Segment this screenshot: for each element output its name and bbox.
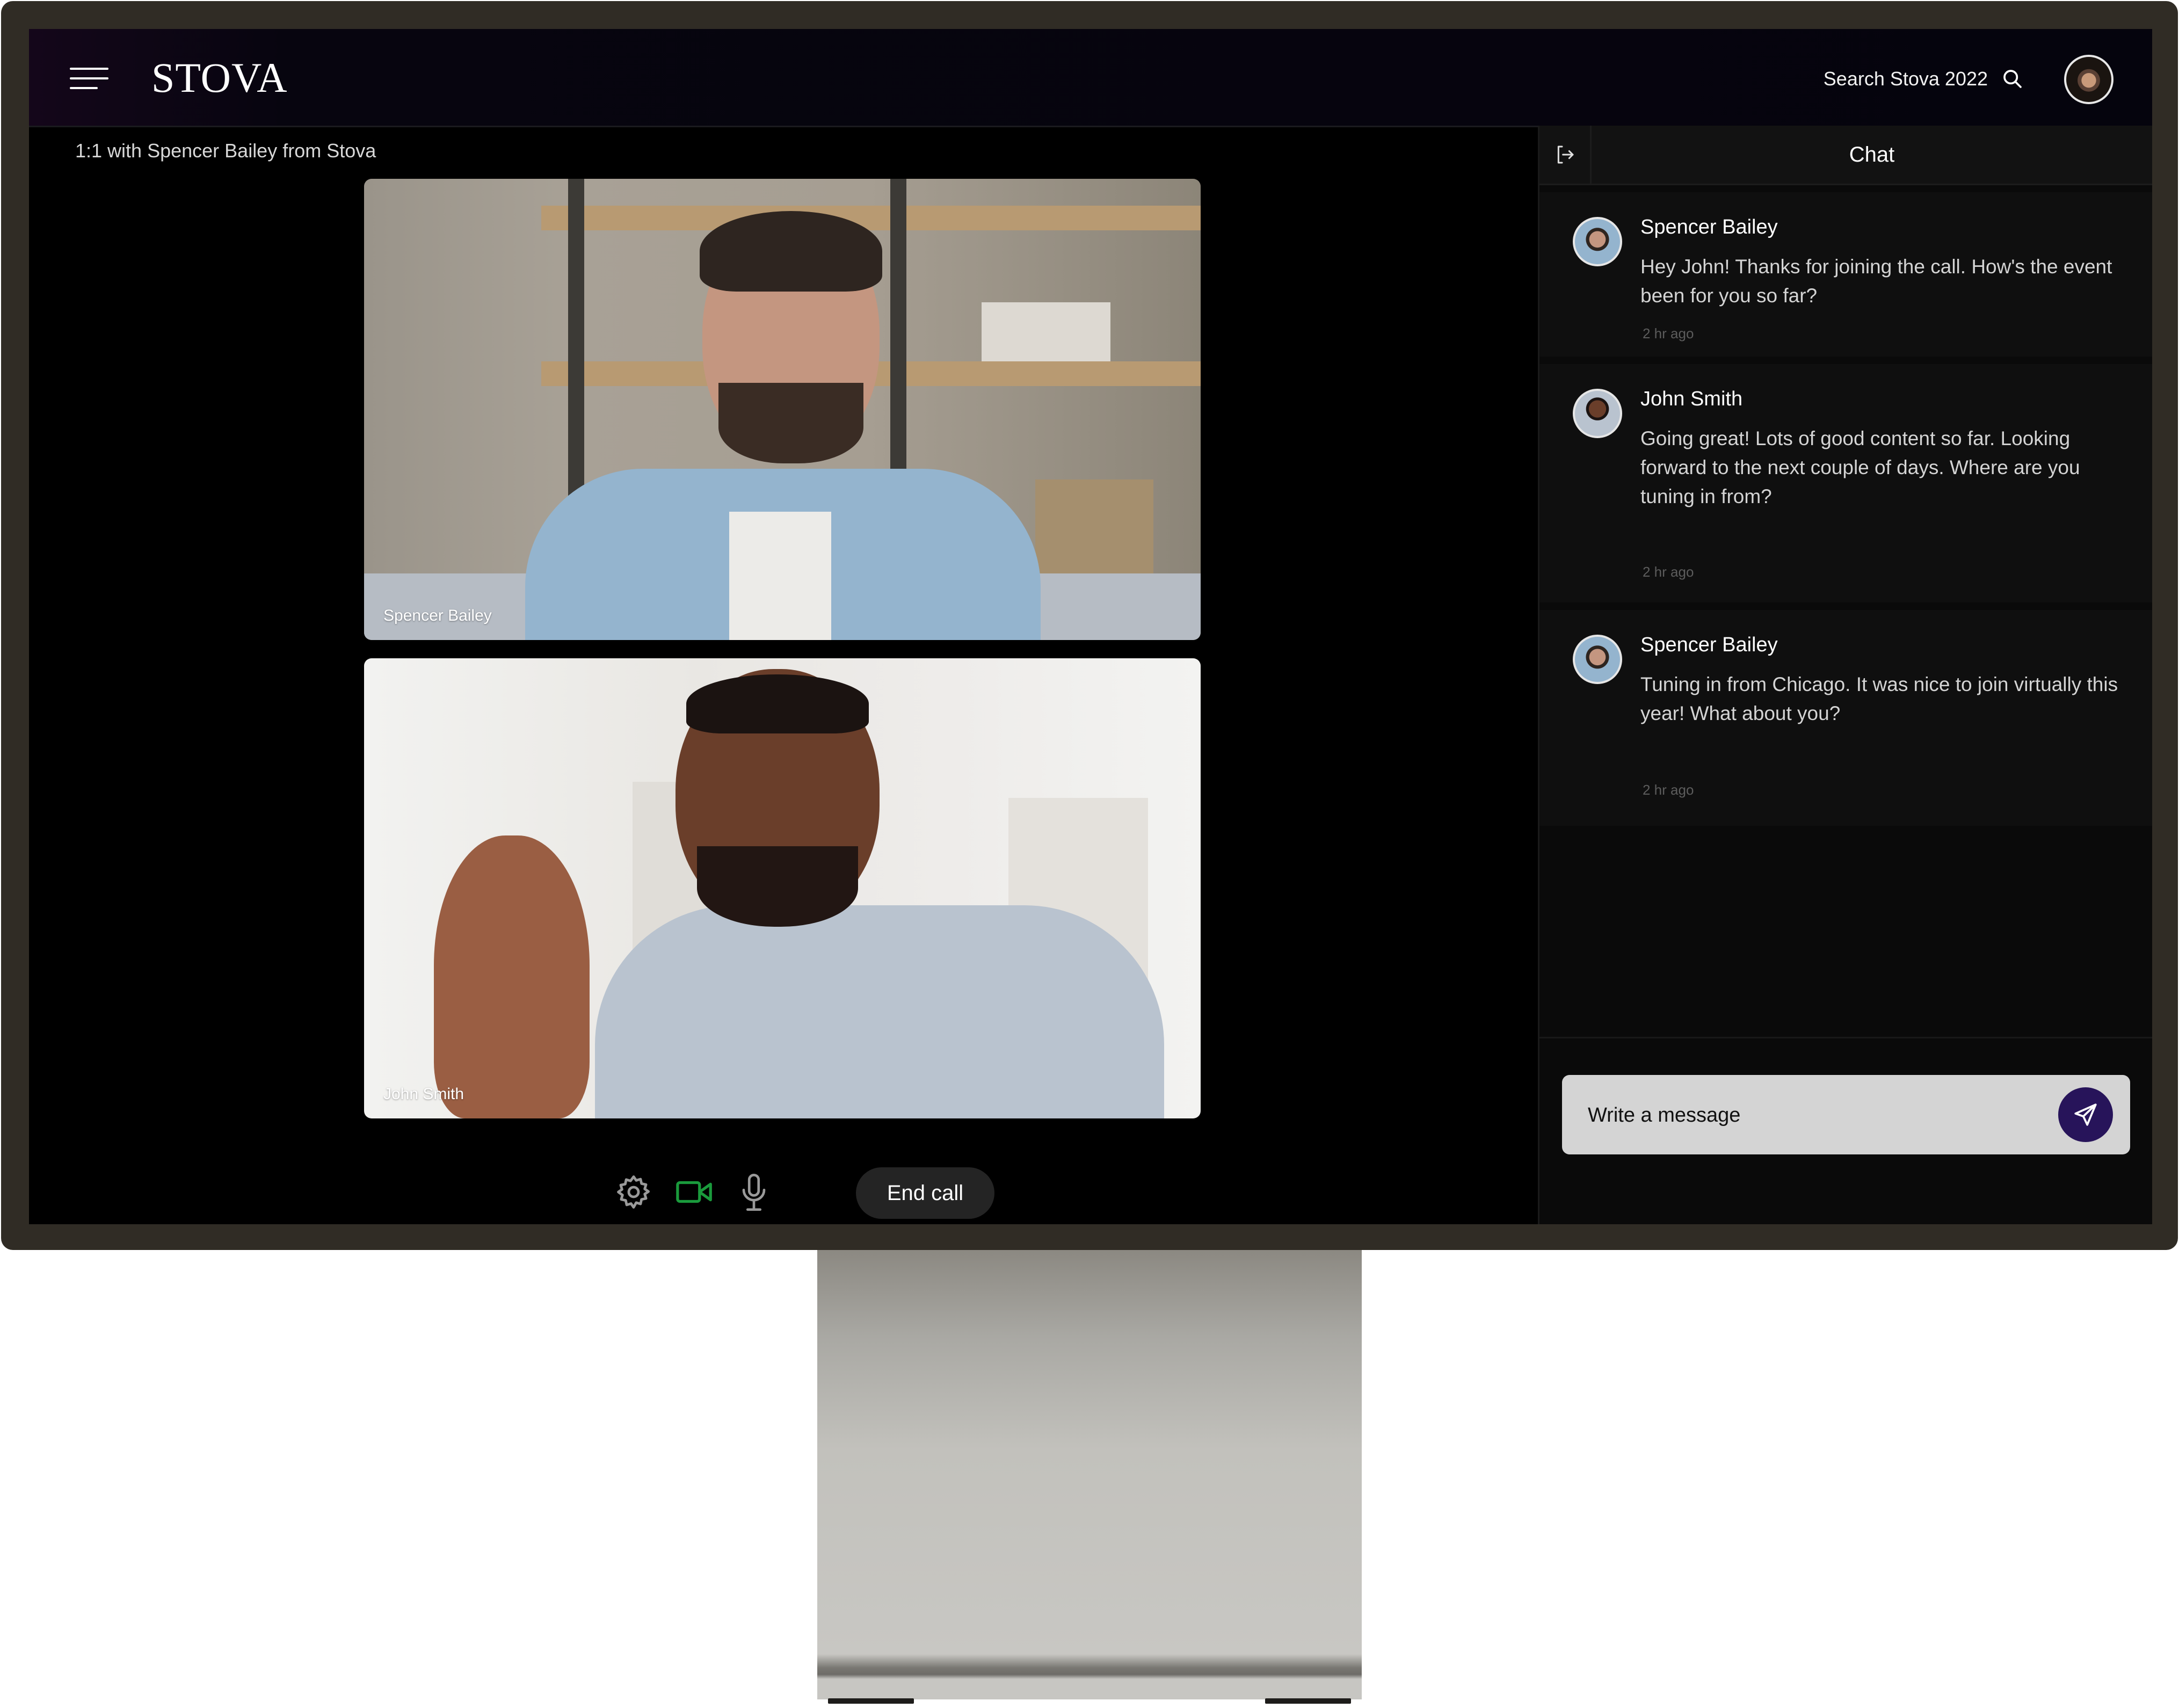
avatar-john-smith xyxy=(1573,389,1622,438)
person-beard xyxy=(697,846,858,927)
send-button[interactable] xyxy=(2058,1087,2113,1142)
message-composer xyxy=(1562,1075,2130,1155)
message-text: Tuning in from Chicago. It was nice to j… xyxy=(1640,673,2118,724)
message-author: John Smith xyxy=(1640,388,1743,410)
call-controls: End call xyxy=(587,1167,996,1224)
message-author: Spencer Bailey xyxy=(1640,216,1778,238)
stova-logo[interactable]: STOVA xyxy=(151,54,288,102)
person-hair xyxy=(686,674,869,733)
bg-shelf xyxy=(541,206,1201,230)
video-toggle-button[interactable] xyxy=(674,1173,715,1214)
message-text: Hey John! Thanks for joining the call. H… xyxy=(1640,256,2112,307)
microphone-icon xyxy=(742,1174,766,1211)
participant-label: Spencer Bailey xyxy=(383,607,492,624)
participant-label: John Smith xyxy=(383,1085,464,1103)
settings-button[interactable] xyxy=(614,1173,653,1214)
search-label: Search Stova 2022 xyxy=(1823,68,1988,90)
message-time: 2 hr ago xyxy=(1643,325,1694,341)
bg-box xyxy=(982,302,1110,361)
app-screen: STOVA Search Stova 2022 1:1 with Spencer… xyxy=(29,29,2152,1224)
video-tile-john-smith: John Smith xyxy=(364,658,1201,1118)
stand-foot-right xyxy=(1265,1698,1351,1704)
chat-message: Spencer Bailey Hey John! Thanks for join… xyxy=(1539,192,2152,357)
message-author: Spencer Bailey xyxy=(1640,634,1778,656)
waving-hand xyxy=(434,835,590,1118)
monitor-stand xyxy=(817,1246,1362,1704)
message-input[interactable] xyxy=(1587,1075,2018,1155)
chat-header: Chat xyxy=(1539,126,2152,185)
bg-post xyxy=(890,179,906,512)
end-call-button[interactable]: End call xyxy=(856,1167,994,1219)
hamburger-menu-icon[interactable] xyxy=(70,68,108,89)
chat-divider xyxy=(1539,1037,2152,1038)
video-tile-spencer-bailey: Spencer Bailey xyxy=(364,179,1201,640)
call-title: 1:1 with Spencer Bailey from Stova xyxy=(75,140,376,162)
message-time: 2 hr ago xyxy=(1643,782,1694,798)
chat-panel: Chat Spencer Bailey Hey John! Thanks for… xyxy=(1538,126,2152,1224)
chat-message: Spencer Bailey Tuning in from Chicago. I… xyxy=(1539,610,2152,826)
chat-title: Chat xyxy=(1849,142,1895,166)
paper-plane-icon xyxy=(2074,1103,2097,1126)
video-camera-icon xyxy=(676,1181,712,1203)
top-nav: STOVA Search Stova 2022 xyxy=(29,29,2152,127)
search-icon xyxy=(2003,70,2022,88)
mute-button[interactable] xyxy=(739,1173,769,1216)
exit-panel-icon xyxy=(1557,146,1574,164)
person-beard xyxy=(718,383,863,463)
search-button[interactable]: Search Stova 2022 xyxy=(1824,68,2023,90)
message-text: Going great! Lots of good content so far… xyxy=(1640,427,2080,507)
avatar-spencer-bailey xyxy=(1573,635,1622,684)
bg-books xyxy=(1035,479,1153,587)
gear-icon xyxy=(617,1175,650,1209)
person-tshirt xyxy=(729,512,831,640)
user-avatar[interactable] xyxy=(2064,55,2113,104)
monitor-bezel: STOVA Search Stova 2022 1:1 with Spencer… xyxy=(1,1,2178,1250)
stand-foot-left xyxy=(828,1698,914,1704)
person-hair xyxy=(700,211,882,292)
avatar-spencer-bailey xyxy=(1573,217,1622,266)
message-time: 2 hr ago xyxy=(1643,564,1694,580)
chat-message: John Smith Going great! Lots of good con… xyxy=(1539,364,2152,602)
close-chat-button[interactable] xyxy=(1539,126,1592,184)
person-shirt xyxy=(595,905,1164,1118)
bg-post xyxy=(568,179,584,512)
